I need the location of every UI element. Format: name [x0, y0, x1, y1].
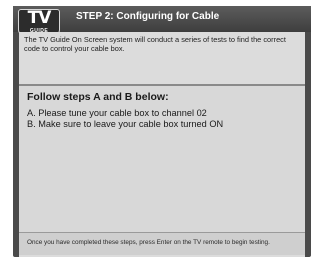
step-b-text: B. Make sure to leave your cable box tur…	[27, 119, 224, 129]
footer-instruction: Once you have completed these steps, pre…	[27, 239, 270, 246]
logo-tv-text: TV	[27, 8, 52, 28]
setup-screen: TV GUIDE STEP 2: Configuring for Cable T…	[0, 0, 321, 262]
instructions-heading: Follow steps A and B below:	[27, 91, 169, 103]
intro-text: The TV Guide On Screen system will condu…	[24, 35, 286, 53]
step-title: STEP 2: Configuring for Cable	[76, 11, 220, 22]
step-a-text: A. Please tune your cable box to channel…	[27, 108, 207, 118]
